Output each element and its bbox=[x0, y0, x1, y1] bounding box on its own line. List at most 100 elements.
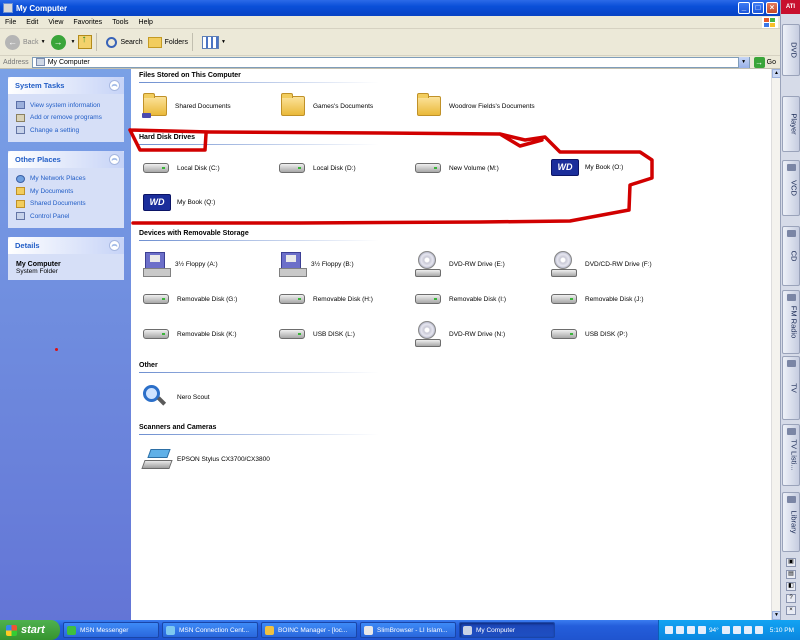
view-system-info-link[interactable]: View system information bbox=[16, 99, 119, 112]
close-icon[interactable]: × bbox=[786, 606, 796, 615]
tray-icon[interactable] bbox=[675, 626, 684, 634]
chevron-down-icon[interactable]: ▼ bbox=[41, 39, 46, 45]
tray-icon[interactable] bbox=[721, 626, 730, 634]
media-tab-label: Player bbox=[789, 113, 799, 135]
shared-documents-link[interactable]: Shared Documents bbox=[16, 198, 119, 211]
floppy-a-item[interactable]: 3½ Floppy (A:) bbox=[141, 251, 218, 277]
change-setting-link[interactable]: Change a setting bbox=[16, 124, 119, 137]
dvd-cd-rw-f-item[interactable]: DVD/CD-RW Drive (F:) bbox=[549, 251, 652, 277]
media-control-icon[interactable]: ▤ bbox=[786, 570, 796, 579]
removable-j-item[interactable]: Removable Disk (J:) bbox=[549, 286, 644, 312]
media-tab-dvd[interactable]: DVD bbox=[782, 24, 800, 76]
games-documents-item[interactable]: Games's Documents bbox=[279, 93, 373, 119]
search-button[interactable]: Search bbox=[106, 36, 143, 48]
nero-scout-item[interactable]: Nero Scout bbox=[141, 384, 210, 410]
media-control-icon[interactable]: ▣ bbox=[786, 558, 796, 567]
dvd-rw-n-item[interactable]: DVD-RW Drive (N:) bbox=[413, 321, 505, 347]
tray-icon[interactable] bbox=[754, 626, 763, 634]
up-folder-button[interactable] bbox=[78, 34, 93, 49]
folder-icon bbox=[281, 93, 305, 116]
item-label: New Volume (M:) bbox=[449, 164, 499, 172]
media-sidebar: ATI DVD Player VCD CD FM Radio TV TV Lis… bbox=[780, 0, 800, 620]
minimize-button[interactable]: _ bbox=[738, 2, 750, 14]
media-tab-cd[interactable]: CD bbox=[782, 226, 800, 286]
chevron-down-icon[interactable]: ▼ bbox=[221, 39, 226, 45]
chevron-down-icon[interactable]: ▼ bbox=[71, 39, 76, 45]
media-tab-vcd[interactable]: VCD bbox=[782, 160, 800, 216]
my-book-o-item[interactable]: WD My Book (O:) bbox=[549, 155, 623, 180]
removable-h-item[interactable]: Removable Disk (H:) bbox=[277, 286, 373, 312]
taskbar-my-computer[interactable]: My Computer bbox=[459, 622, 555, 638]
add-remove-programs-link[interactable]: Add or remove programs bbox=[16, 112, 119, 125]
folder-icon bbox=[16, 199, 25, 208]
removable-k-item[interactable]: Removable Disk (K:) bbox=[141, 321, 237, 347]
other-places-header[interactable]: Other Places ︽ bbox=[8, 150, 124, 168]
other-places-panel: Other Places ︽ My Network Places My Docu… bbox=[8, 150, 124, 228]
my-documents-link[interactable]: My Documents bbox=[16, 185, 119, 198]
group-header-scanners: Scanners and Cameras bbox=[139, 424, 381, 435]
control-panel-link[interactable]: Control Panel bbox=[16, 210, 119, 223]
removable-i-item[interactable]: Removable Disk (I:) bbox=[413, 286, 506, 312]
woodrow-documents-item[interactable]: Woodrow Fields's Documents bbox=[415, 93, 535, 119]
tray-icon[interactable] bbox=[664, 626, 673, 634]
help-icon[interactable]: ? bbox=[786, 594, 796, 603]
go-button[interactable]: → Go bbox=[753, 56, 776, 68]
address-input[interactable]: My Computer ▼ bbox=[31, 56, 750, 68]
folders-button[interactable]: Folders bbox=[147, 36, 188, 48]
my-network-places-link[interactable]: My Network Places bbox=[16, 173, 119, 186]
removable-g-item[interactable]: Removable Disk (G:) bbox=[141, 286, 237, 312]
collapse-icon[interactable]: ︽ bbox=[109, 239, 120, 251]
taskbar-msn-messenger[interactable]: MSN Messenger bbox=[63, 622, 159, 638]
local-disk-d-item[interactable]: Local Disk (D:) bbox=[277, 155, 356, 181]
tray-icon[interactable] bbox=[743, 626, 752, 634]
views-icon bbox=[202, 35, 219, 49]
menu-favorites[interactable]: Favorites bbox=[68, 19, 107, 26]
boinc-icon bbox=[265, 625, 274, 635]
folders-icon bbox=[147, 36, 162, 48]
usb-disk-p-item[interactable]: USB DISK (P:) bbox=[549, 321, 628, 347]
tray-icon[interactable] bbox=[732, 626, 741, 634]
media-tab-player[interactable]: Player bbox=[782, 96, 800, 152]
details-header[interactable]: Details ︽ bbox=[8, 236, 124, 254]
wd-drive-icon: WD bbox=[143, 194, 171, 211]
views-button[interactable]: ▼ bbox=[202, 35, 226, 49]
close-button[interactable]: × bbox=[766, 2, 778, 14]
chevron-down-icon[interactable]: ▼ bbox=[737, 56, 749, 68]
floppy-b-item[interactable]: 3½ Floppy (B:) bbox=[277, 251, 354, 277]
maximize-button[interactable]: □ bbox=[752, 2, 764, 14]
red-dot-mark bbox=[55, 348, 58, 351]
media-tab-library[interactable]: Library bbox=[782, 492, 800, 552]
collapse-icon[interactable]: ︽ bbox=[109, 153, 120, 165]
my-book-q-item[interactable]: WD My Book (Q:) bbox=[141, 190, 215, 215]
tray-icon[interactable] bbox=[697, 626, 706, 634]
windows-flag-icon bbox=[6, 624, 17, 636]
media-tab-fm-radio[interactable]: FM Radio bbox=[782, 290, 800, 354]
media-tab-label: Library bbox=[789, 510, 799, 534]
usb-disk-l-item[interactable]: USB DISK (L:) bbox=[277, 321, 355, 347]
shared-documents-item[interactable]: Shared Documents bbox=[141, 93, 231, 119]
collapse-icon[interactable]: ︽ bbox=[109, 80, 120, 91]
start-button[interactable]: start bbox=[0, 620, 60, 640]
menu-edit[interactable]: Edit bbox=[21, 19, 43, 26]
window-title: My Computer bbox=[16, 3, 68, 13]
menu-file[interactable]: File bbox=[0, 19, 21, 26]
back-button[interactable]: ← Back ▼ bbox=[5, 34, 46, 50]
dvd-rw-e-item[interactable]: DVD-RW Drive (E:) bbox=[413, 251, 505, 277]
local-disk-c-item[interactable]: Local Disk (C:) bbox=[141, 155, 220, 181]
new-volume-m-item[interactable]: New Volume (M:) bbox=[413, 155, 499, 181]
taskbar-boinc-manager[interactable]: BOINC Manager - [loc... bbox=[261, 622, 357, 638]
menu-help[interactable]: Help bbox=[134, 19, 158, 26]
menu-tools[interactable]: Tools bbox=[107, 19, 133, 26]
forward-button[interactable]: → ▼ bbox=[50, 34, 76, 50]
media-tab-tv-listings[interactable]: TV Listi... bbox=[782, 424, 800, 486]
my-computer-icon bbox=[3, 3, 13, 13]
vertical-scrollbar[interactable]: ▲ ▼ bbox=[771, 69, 781, 620]
media-control-icon[interactable]: ◧ bbox=[786, 582, 796, 591]
epson-scanner-item[interactable]: EPSON Stylus CX3700/CX3800 bbox=[141, 446, 270, 472]
media-tab-tv[interactable]: TV bbox=[782, 356, 800, 420]
system-tasks-header[interactable]: System Tasks ︽ bbox=[8, 77, 124, 94]
menu-view[interactable]: View bbox=[43, 19, 68, 26]
taskbar-slimbrowser[interactable]: SlimBrowser - LI Islam... bbox=[360, 622, 456, 638]
tray-icon[interactable] bbox=[686, 626, 695, 634]
taskbar-msn-connection[interactable]: MSN Connection Cent... bbox=[162, 622, 258, 638]
